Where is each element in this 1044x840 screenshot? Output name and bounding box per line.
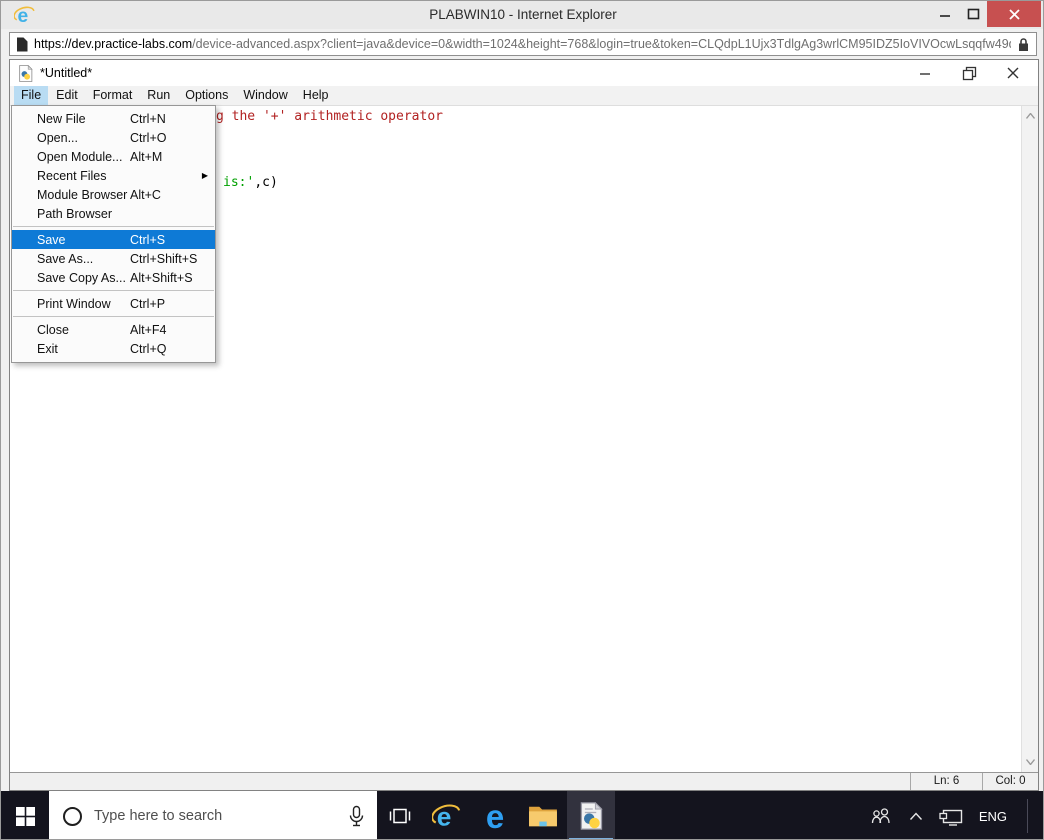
code-line-fragment: is:',c) bbox=[223, 175, 278, 190]
status-column-indicator: Col: 0 bbox=[982, 773, 1038, 790]
menu-file[interactable]: File bbox=[14, 86, 49, 105]
cortana-icon bbox=[63, 806, 82, 826]
taskbar-spacer bbox=[615, 791, 870, 839]
code-comment-fragment: g the '+' arithmetic operator bbox=[216, 109, 443, 124]
system-tray: ENG bbox=[870, 791, 1038, 839]
editor-vertical-scrollbar[interactable] bbox=[1021, 106, 1038, 772]
menu-separator bbox=[13, 226, 214, 227]
people-icon[interactable] bbox=[870, 807, 893, 825]
menu-edit[interactable]: Edit bbox=[49, 86, 85, 105]
windows-taskbar: e e bbox=[1, 791, 1043, 839]
microphone-icon[interactable] bbox=[348, 805, 365, 828]
idle-statusbar: Ln: 6 Col: 0 bbox=[10, 772, 1038, 790]
lock-icon bbox=[1017, 37, 1030, 52]
idle-titlebar: *Untitled* bbox=[10, 60, 1038, 86]
menu-item-new-file[interactable]: New File Ctrl+N bbox=[12, 109, 215, 128]
menu-item-exit[interactable]: Exit Ctrl+Q bbox=[12, 339, 215, 358]
menu-item-save[interactable]: Save Ctrl+S bbox=[12, 230, 215, 249]
browser-window-title: PLABWIN10 - Internet Explorer bbox=[429, 7, 617, 22]
url-domain: https://dev.practice-labs.com bbox=[34, 37, 193, 51]
idle-restore-button[interactable] bbox=[958, 62, 980, 84]
idle-close-button[interactable] bbox=[1002, 62, 1024, 84]
menu-item-close[interactable]: Close Alt+F4 bbox=[12, 320, 215, 339]
file-dropdown-menu: New File Ctrl+N Open... Ctrl+O Open Modu… bbox=[11, 105, 216, 363]
start-button[interactable] bbox=[1, 791, 49, 839]
idle-window-title: *Untitled* bbox=[40, 66, 93, 80]
browser-address-row: https://dev.practice-labs.com/device-adv… bbox=[1, 29, 1043, 59]
show-desktop-divider[interactable] bbox=[1027, 799, 1028, 833]
menu-item-open-module[interactable]: Open Module... Alt+M bbox=[12, 147, 215, 166]
show-hidden-icons-chevron-icon[interactable] bbox=[909, 811, 923, 821]
menu-item-module-browser[interactable]: Module Browser Alt+C bbox=[12, 185, 215, 204]
menu-window[interactable]: Window bbox=[236, 86, 294, 105]
taskbar-file-explorer-button[interactable] bbox=[519, 791, 567, 839]
network-icon[interactable] bbox=[939, 807, 963, 826]
taskbar-edge-button[interactable]: e bbox=[471, 791, 519, 839]
python-file-icon bbox=[580, 802, 603, 830]
menu-item-open[interactable]: Open... Ctrl+O bbox=[12, 128, 215, 147]
idle-window-controls bbox=[914, 60, 1024, 86]
menu-item-print-window[interactable]: Print Window Ctrl+P bbox=[12, 294, 215, 313]
edge-icon: e bbox=[485, 797, 505, 835]
code-plain-fragment: ,c) bbox=[254, 175, 278, 190]
browser-close-button[interactable] bbox=[987, 1, 1041, 27]
scroll-down-icon[interactable] bbox=[1022, 754, 1038, 770]
url-text: https://dev.practice-labs.com/device-adv… bbox=[34, 37, 1011, 51]
browser-minimize-button[interactable] bbox=[933, 1, 957, 27]
menu-options[interactable]: Options bbox=[178, 86, 235, 105]
idle-minimize-button[interactable] bbox=[914, 62, 936, 84]
taskbar-internet-explorer-button[interactable]: e bbox=[423, 791, 471, 839]
menu-item-save-as[interactable]: Save As... Ctrl+Shift+S bbox=[12, 249, 215, 268]
menu-format[interactable]: Format bbox=[86, 86, 140, 105]
menu-item-recent-files[interactable]: Recent Files ▶ bbox=[12, 166, 215, 185]
search-input[interactable] bbox=[94, 808, 348, 824]
menu-item-path-browser[interactable]: Path Browser bbox=[12, 204, 215, 223]
file-explorer-icon bbox=[529, 806, 557, 827]
submenu-arrow-icon: ▶ bbox=[201, 171, 208, 180]
browser-titlebar: e PLABWIN10 - Internet Explorer bbox=[1, 1, 1043, 29]
menu-separator bbox=[13, 316, 214, 317]
show-desktop-button[interactable] bbox=[1038, 791, 1043, 839]
url-path: /device-advanced.aspx?client=java&device… bbox=[192, 37, 1011, 51]
menu-run[interactable]: Run bbox=[140, 86, 177, 105]
browser-maximize-button[interactable] bbox=[961, 1, 985, 27]
menu-separator bbox=[13, 290, 214, 291]
idle-menubar: File Edit Format Run Options Window Help bbox=[10, 86, 1038, 106]
address-bar-input[interactable]: https://dev.practice-labs.com/device-adv… bbox=[9, 32, 1037, 56]
taskbar-python-idle-button[interactable] bbox=[567, 791, 615, 839]
screen: e PLABWIN10 - Internet Explorer https://… bbox=[0, 0, 1044, 840]
scroll-up-icon[interactable] bbox=[1022, 108, 1038, 124]
status-line-indicator: Ln: 6 bbox=[910, 773, 982, 790]
language-indicator[interactable]: ENG bbox=[979, 809, 1007, 824]
task-view-button[interactable] bbox=[377, 791, 423, 839]
python-file-icon bbox=[17, 64, 34, 82]
code-string-fragment: is:' bbox=[223, 175, 255, 190]
page-icon bbox=[16, 37, 28, 52]
taskbar-search-box[interactable] bbox=[49, 791, 377, 839]
internet-explorer-icon: e bbox=[432, 801, 461, 831]
menu-item-save-copy-as[interactable]: Save Copy As... Alt+Shift+S bbox=[12, 268, 215, 287]
menu-help[interactable]: Help bbox=[296, 86, 336, 105]
